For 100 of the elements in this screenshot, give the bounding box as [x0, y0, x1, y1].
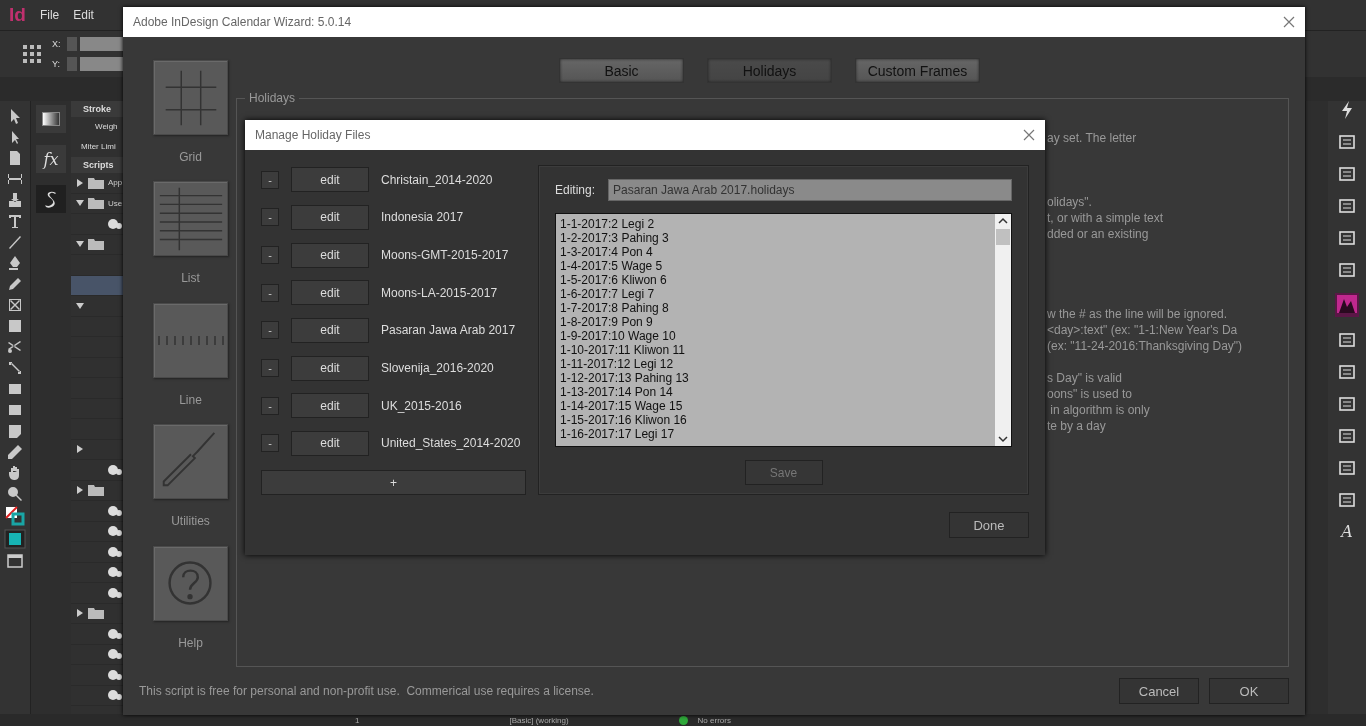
- script-icon: [108, 688, 122, 703]
- edit-button[interactable]: edit: [291, 393, 369, 419]
- text-line: 1-14-2017:15 Wage 15: [560, 399, 684, 413]
- script-icon: [108, 524, 122, 539]
- done-button[interactable]: Done: [949, 512, 1029, 538]
- remove-button[interactable]: -: [261, 359, 279, 378]
- expanded-triangle-icon[interactable]: [76, 199, 84, 208]
- grid-tile[interactable]: [153, 60, 228, 135]
- help-text: te by a day: [1047, 418, 1107, 434]
- text-line: 1-3-2017:4 Pon 4: [560, 245, 654, 259]
- scroll-thumb[interactable]: [996, 229, 1010, 245]
- x-field[interactable]: [80, 37, 125, 51]
- file-name: UK_2015-2016: [381, 398, 462, 413]
- ok-button[interactable]: OK: [1209, 678, 1289, 704]
- tile-label: Help: [178, 635, 203, 650]
- collapsed-triangle-icon[interactable]: [76, 445, 84, 454]
- edit-button[interactable]: edit: [291, 355, 369, 381]
- help-tile[interactable]: [153, 545, 228, 621]
- edit-button[interactable]: edit: [291, 242, 369, 268]
- remove-button[interactable]: -: [261, 208, 279, 227]
- list-row[interactable]: Use: [71, 193, 123, 214]
- script-icon: [108, 503, 122, 518]
- help-text: <day>:text" (ex: "1-1:New Year's Da: [1047, 322, 1239, 338]
- scroll-up-icon[interactable]: [998, 217, 1008, 225]
- tick-line-icon: [157, 334, 224, 346]
- folder-icon: [88, 197, 104, 210]
- note-icon[interactable]: [6, 422, 24, 440]
- file-name-field[interactable]: Pasaran Jawa Arab 2017.holidays: [608, 179, 1012, 201]
- line-icon[interactable]: [6, 233, 24, 251]
- expanded-triangle-icon[interactable]: [76, 301, 84, 310]
- remove-button[interactable]: -: [261, 246, 279, 265]
- remove-button[interactable]: -: [261, 396, 279, 415]
- panel-title: Scripts: [71, 157, 123, 173]
- remove-button[interactable]: -: [261, 321, 279, 340]
- fill-stroke-icon[interactable]: [5, 506, 25, 526]
- swatch-icon[interactable]: [4, 529, 26, 549]
- rectangle-icon[interactable]: [6, 317, 24, 335]
- collapsed-triangle-icon[interactable]: [76, 178, 84, 187]
- screen-mode-icon[interactable]: [6, 552, 24, 570]
- help-text: (ex: "11-24-2016:Thanksgiving Day"): [1047, 338, 1244, 354]
- script-icon: [108, 647, 122, 662]
- holiday-text-area[interactable]: [555, 213, 1012, 447]
- text-line: 1-12-2017:13 Pahing 13: [560, 371, 690, 385]
- edit-button[interactable]: edit: [291, 167, 369, 193]
- collapsed-triangle-icon[interactable]: [76, 609, 84, 618]
- page-number[interactable]: 1: [355, 715, 360, 725]
- script-icon: [43, 190, 59, 208]
- menu-item[interactable]: Edit: [73, 8, 94, 22]
- cancel-button[interactable]: Cancel: [1119, 678, 1199, 704]
- effects-panel-button[interactable]: fx: [36, 145, 66, 173]
- file-name: Moons-GMT-2015-2017: [381, 248, 509, 263]
- text-line: 1-11-2017:12 Legi 12: [560, 357, 675, 371]
- license-note: This script is free for personal and non-profit use. Commerical use requires a license.: [139, 684, 595, 698]
- script-icon: [108, 585, 122, 600]
- style-status[interactable]: [Basic] (working): [509, 715, 569, 725]
- text-line: 1-10-2017:11 Kliwon 11: [560, 343, 686, 357]
- line-tile[interactable]: [153, 302, 228, 378]
- edit-button[interactable]: edit: [291, 317, 369, 343]
- close-icon[interactable]: [1023, 129, 1035, 141]
- scissors-icon[interactable]: [6, 338, 24, 356]
- help-text: olidays".: [1047, 194, 1093, 210]
- edit-button[interactable]: edit: [291, 280, 369, 306]
- editing-label: Editing:: [555, 183, 596, 197]
- pencil-icon[interactable]: [6, 275, 24, 293]
- folder-icon: [88, 238, 104, 251]
- remove-button[interactable]: -: [261, 434, 279, 453]
- tile-label: List: [181, 271, 200, 286]
- app-logo: Id: [9, 4, 26, 26]
- scripts-panel-button[interactable]: [36, 185, 66, 213]
- lightning-icon[interactable]: [1339, 101, 1355, 119]
- collector-icon[interactable]: [6, 191, 24, 209]
- text-line: 1-4-2017:5 Wage 5: [560, 259, 664, 273]
- utilities-tile[interactable]: [153, 424, 228, 500]
- folder-icon: [88, 484, 104, 497]
- scrollbar[interactable]: [995, 214, 1011, 446]
- help-text: s Day" is valid: [1047, 370, 1123, 386]
- edit-button[interactable]: edit: [291, 205, 369, 230]
- type-icon[interactable]: [6, 212, 24, 230]
- remove-button[interactable]: -: [261, 170, 279, 189]
- gradient-panel-button[interactable]: [36, 105, 66, 133]
- menu-item[interactable]: File: [39, 8, 60, 22]
- eyedropper-icon[interactable]: [6, 443, 24, 461]
- text-line: 1-5-2017:6 Kliwon 6: [560, 273, 668, 287]
- y-field[interactable]: [80, 57, 125, 71]
- list-tile[interactable]: [153, 181, 228, 257]
- text-line: 1-13-2017:14 Pon 14: [560, 385, 674, 399]
- scroll-down-icon[interactable]: [998, 435, 1008, 443]
- reference-point-icon[interactable]: [22, 44, 42, 64]
- preflight-status[interactable]: No errors: [697, 715, 731, 725]
- close-icon[interactable]: [1283, 16, 1295, 28]
- search-icon[interactable]: [6, 485, 24, 503]
- add-button[interactable]: +: [261, 470, 526, 495]
- glyphs-icon[interactable]: A: [1341, 523, 1353, 541]
- remove-button[interactable]: -: [261, 283, 279, 302]
- expanded-triangle-icon[interactable]: [76, 240, 84, 249]
- tile-label: Utilities: [171, 514, 210, 529]
- list-row[interactable]: App: [71, 173, 123, 194]
- collapsed-triangle-icon[interactable]: [76, 486, 84, 495]
- help-text: dded or an existing: [1047, 226, 1150, 242]
- edit-button[interactable]: edit: [291, 430, 369, 456]
